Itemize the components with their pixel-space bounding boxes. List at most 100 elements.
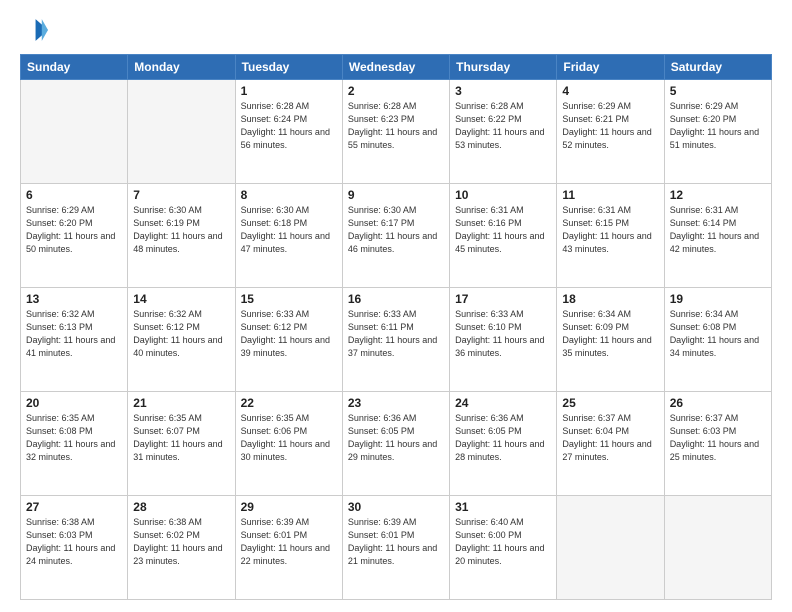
calendar-cell: 6 Sunrise: 6:29 AM Sunset: 6:20 PM Daylig…	[21, 184, 128, 288]
weekday-header-wednesday: Wednesday	[342, 55, 449, 80]
day-number: 5	[670, 84, 766, 98]
day-number: 22	[241, 396, 337, 410]
day-info: Sunrise: 6:30 AM Sunset: 6:19 PM Dayligh…	[133, 204, 229, 256]
day-info: Sunrise: 6:35 AM Sunset: 6:07 PM Dayligh…	[133, 412, 229, 464]
calendar-cell: 9 Sunrise: 6:30 AM Sunset: 6:17 PM Daylig…	[342, 184, 449, 288]
day-number: 19	[670, 292, 766, 306]
calendar-week-2: 6 Sunrise: 6:29 AM Sunset: 6:20 PM Daylig…	[21, 184, 772, 288]
day-number: 20	[26, 396, 122, 410]
day-number: 24	[455, 396, 551, 410]
calendar-cell: 2 Sunrise: 6:28 AM Sunset: 6:23 PM Daylig…	[342, 80, 449, 184]
day-info: Sunrise: 6:35 AM Sunset: 6:08 PM Dayligh…	[26, 412, 122, 464]
day-info: Sunrise: 6:37 AM Sunset: 6:04 PM Dayligh…	[562, 412, 658, 464]
day-info: Sunrise: 6:32 AM Sunset: 6:13 PM Dayligh…	[26, 308, 122, 360]
header	[20, 16, 772, 44]
calendar-cell: 31 Sunrise: 6:40 AM Sunset: 6:00 PM Dayli…	[450, 496, 557, 600]
calendar-cell	[21, 80, 128, 184]
day-number: 30	[348, 500, 444, 514]
day-info: Sunrise: 6:40 AM Sunset: 6:00 PM Dayligh…	[455, 516, 551, 568]
calendar-week-3: 13 Sunrise: 6:32 AM Sunset: 6:13 PM Dayli…	[21, 288, 772, 392]
calendar-cell: 22 Sunrise: 6:35 AM Sunset: 6:06 PM Dayli…	[235, 392, 342, 496]
day-number: 16	[348, 292, 444, 306]
calendar-cell: 13 Sunrise: 6:32 AM Sunset: 6:13 PM Dayli…	[21, 288, 128, 392]
calendar-cell: 18 Sunrise: 6:34 AM Sunset: 6:09 PM Dayli…	[557, 288, 664, 392]
calendar-cell: 16Sunrise: 6:33 AM Sunset: 6:11 PM Dayli…	[342, 288, 449, 392]
calendar-cell: 17 Sunrise: 6:33 AM Sunset: 6:10 PM Dayli…	[450, 288, 557, 392]
day-info: Sunrise: 6:39 AM Sunset: 6:01 PM Dayligh…	[348, 516, 444, 568]
day-number: 14	[133, 292, 229, 306]
day-number: 9	[348, 188, 444, 202]
day-info: Sunrise: 6:38 AM Sunset: 6:02 PM Dayligh…	[133, 516, 229, 568]
calendar-cell: 27Sunrise: 6:38 AM Sunset: 6:03 PM Dayli…	[21, 496, 128, 600]
day-info: Sunrise: 6:38 AM Sunset: 6:03 PM Dayligh…	[26, 516, 122, 568]
day-number: 11	[562, 188, 658, 202]
logo-icon	[20, 16, 48, 44]
calendar-week-5: 27Sunrise: 6:38 AM Sunset: 6:03 PM Dayli…	[21, 496, 772, 600]
day-number: 2	[348, 84, 444, 98]
day-number: 28	[133, 500, 229, 514]
day-info: Sunrise: 6:34 AM Sunset: 6:08 PM Dayligh…	[670, 308, 766, 360]
day-info: Sunrise: 6:28 AM Sunset: 6:22 PM Dayligh…	[455, 100, 551, 152]
day-number: 17	[455, 292, 551, 306]
calendar-cell: 30 Sunrise: 6:39 AM Sunset: 6:01 PM Dayli…	[342, 496, 449, 600]
day-number: 26	[670, 396, 766, 410]
calendar-cell: 3 Sunrise: 6:28 AM Sunset: 6:22 PM Daylig…	[450, 80, 557, 184]
day-info: Sunrise: 6:31 AM Sunset: 6:16 PM Dayligh…	[455, 204, 551, 256]
day-number: 18	[562, 292, 658, 306]
calendar-cell: 8 Sunrise: 6:30 AM Sunset: 6:18 PM Daylig…	[235, 184, 342, 288]
calendar-cell: 4 Sunrise: 6:29 AM Sunset: 6:21 PM Daylig…	[557, 80, 664, 184]
day-info: Sunrise: 6:30 AM Sunset: 6:18 PM Dayligh…	[241, 204, 337, 256]
day-info: Sunrise: 6:28 AM Sunset: 6:23 PM Dayligh…	[348, 100, 444, 152]
day-number: 3	[455, 84, 551, 98]
calendar-cell: 10 Sunrise: 6:31 AM Sunset: 6:16 PM Dayli…	[450, 184, 557, 288]
weekday-header-monday: Monday	[128, 55, 235, 80]
day-info: Sunrise: 6:39 AM Sunset: 6:01 PM Dayligh…	[241, 516, 337, 568]
calendar-cell: 23 Sunrise: 6:36 AM Sunset: 6:05 PM Dayli…	[342, 392, 449, 496]
day-info: Sunrise: 6:33 AM Sunset: 6:10 PM Dayligh…	[455, 308, 551, 360]
calendar-cell: 15Sunrise: 6:33 AM Sunset: 6:12 PM Dayli…	[235, 288, 342, 392]
weekday-header-row: SundayMondayTuesdayWednesdayThursdayFrid…	[21, 55, 772, 80]
day-info: Sunrise: 6:36 AM Sunset: 6:05 PM Dayligh…	[455, 412, 551, 464]
day-number: 23	[348, 396, 444, 410]
day-number: 7	[133, 188, 229, 202]
day-info: Sunrise: 6:30 AM Sunset: 6:17 PM Dayligh…	[348, 204, 444, 256]
calendar-cell: 14Sunrise: 6:32 AM Sunset: 6:12 PM Dayli…	[128, 288, 235, 392]
day-number: 4	[562, 84, 658, 98]
day-number: 8	[241, 188, 337, 202]
day-info: Sunrise: 6:33 AM Sunset: 6:12 PM Dayligh…	[241, 308, 337, 360]
day-info: Sunrise: 6:29 AM Sunset: 6:20 PM Dayligh…	[670, 100, 766, 152]
calendar-cell: 28 Sunrise: 6:38 AM Sunset: 6:02 PM Dayli…	[128, 496, 235, 600]
day-number: 31	[455, 500, 551, 514]
day-number: 12	[670, 188, 766, 202]
weekday-header-friday: Friday	[557, 55, 664, 80]
calendar-cell	[128, 80, 235, 184]
day-info: Sunrise: 6:29 AM Sunset: 6:21 PM Dayligh…	[562, 100, 658, 152]
day-number: 13	[26, 292, 122, 306]
calendar-cell: 20 Sunrise: 6:35 AM Sunset: 6:08 PM Dayli…	[21, 392, 128, 496]
calendar-cell: 29 Sunrise: 6:39 AM Sunset: 6:01 PM Dayli…	[235, 496, 342, 600]
day-info: Sunrise: 6:36 AM Sunset: 6:05 PM Dayligh…	[348, 412, 444, 464]
day-info: Sunrise: 6:37 AM Sunset: 6:03 PM Dayligh…	[670, 412, 766, 464]
weekday-header-tuesday: Tuesday	[235, 55, 342, 80]
calendar-cell: 25 Sunrise: 6:37 AM Sunset: 6:04 PM Dayli…	[557, 392, 664, 496]
calendar-cell: 7 Sunrise: 6:30 AM Sunset: 6:19 PM Daylig…	[128, 184, 235, 288]
day-info: Sunrise: 6:29 AM Sunset: 6:20 PM Dayligh…	[26, 204, 122, 256]
day-info: Sunrise: 6:31 AM Sunset: 6:14 PM Dayligh…	[670, 204, 766, 256]
weekday-header-thursday: Thursday	[450, 55, 557, 80]
calendar-cell: 24 Sunrise: 6:36 AM Sunset: 6:05 PM Dayli…	[450, 392, 557, 496]
calendar-cell	[557, 496, 664, 600]
calendar-week-1: 1Sunrise: 6:28 AM Sunset: 6:24 PM Daylig…	[21, 80, 772, 184]
day-number: 29	[241, 500, 337, 514]
calendar-cell: 19 Sunrise: 6:34 AM Sunset: 6:08 PM Dayli…	[664, 288, 771, 392]
weekday-header-saturday: Saturday	[664, 55, 771, 80]
day-info: Sunrise: 6:35 AM Sunset: 6:06 PM Dayligh…	[241, 412, 337, 464]
calendar-cell: 5 Sunrise: 6:29 AM Sunset: 6:20 PM Daylig…	[664, 80, 771, 184]
day-info: Sunrise: 6:34 AM Sunset: 6:09 PM Dayligh…	[562, 308, 658, 360]
day-number: 10	[455, 188, 551, 202]
calendar-table: SundayMondayTuesdayWednesdayThursdayFrid…	[20, 54, 772, 600]
calendar-cell: 26 Sunrise: 6:37 AM Sunset: 6:03 PM Dayli…	[664, 392, 771, 496]
day-number: 6	[26, 188, 122, 202]
day-number: 25	[562, 396, 658, 410]
calendar-week-4: 20 Sunrise: 6:35 AM Sunset: 6:08 PM Dayli…	[21, 392, 772, 496]
calendar-cell: 21Sunrise: 6:35 AM Sunset: 6:07 PM Dayli…	[128, 392, 235, 496]
